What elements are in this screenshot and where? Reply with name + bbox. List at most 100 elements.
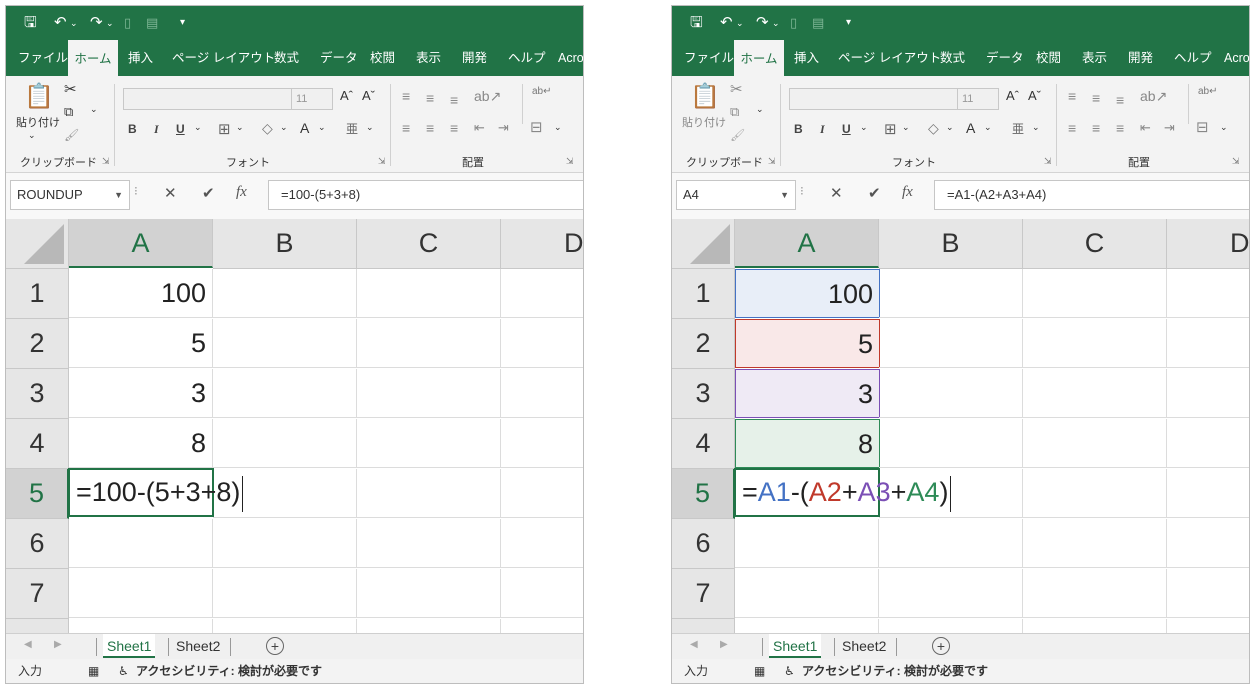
cell-a2[interactable]: 5 (735, 319, 880, 368)
cell-c7[interactable] (1023, 569, 1167, 618)
border-icon[interactable]: ⊞ (218, 120, 231, 138)
cell-a7[interactable] (735, 569, 879, 618)
cell-a1[interactable]: 100 (735, 269, 880, 318)
sheet-prev-icon[interactable]: ◀ (24, 639, 32, 650)
form-icon[interactable]: ▤ (812, 13, 824, 33)
cell-b2[interactable] (879, 319, 1023, 368)
align-center-icon[interactable]: ≡ (1092, 120, 1100, 136)
copy-icon[interactable]: ⧉ (730, 104, 739, 120)
row-header-2[interactable]: 2 (672, 319, 735, 369)
fill-dropdown-icon[interactable]: ⌄ (946, 122, 954, 133)
insert-function-icon[interactable]: fx (902, 184, 913, 201)
cell-c3[interactable] (1023, 369, 1167, 418)
orientation-icon[interactable]: ab↗ (474, 88, 501, 105)
accessibility-icon[interactable]: ♿ (784, 659, 795, 683)
orientation-icon[interactable]: ab↗ (1140, 88, 1167, 105)
cell-c1[interactable] (1023, 269, 1167, 318)
cut-icon[interactable]: ✂ (64, 80, 77, 98)
customize-icon[interactable]: ▾ (180, 13, 185, 33)
name-box-dropdown-icon[interactable]: ▼ (774, 181, 789, 209)
cancel-icon[interactable]: ✕ (164, 184, 177, 202)
cell-a7[interactable] (69, 569, 213, 618)
tab-page-layout[interactable]: ページ レイアウト (838, 40, 941, 76)
col-header-b[interactable]: B (213, 219, 357, 269)
underline-dropdown-icon[interactable]: ⌄ (194, 122, 202, 133)
paste-label[interactable]: 貼り付け (682, 114, 726, 130)
cell-b7[interactable] (879, 569, 1023, 618)
tab-acrobat[interactable]: Acro (1224, 40, 1249, 76)
col-header-d[interactable]: D (501, 219, 583, 269)
underline-dropdown-icon[interactable]: ⌄ (860, 122, 868, 133)
cell-d8[interactable] (1167, 619, 1249, 633)
border-dropdown-icon[interactable]: ⌄ (236, 122, 244, 133)
select-all-button[interactable] (672, 219, 735, 269)
cell-a3[interactable]: 3 (69, 369, 213, 418)
font-color-icon[interactable]: A (300, 120, 309, 136)
sheet-prev-icon[interactable]: ◀ (690, 639, 698, 650)
merge-dropdown-icon[interactable]: ⌄ (554, 122, 562, 133)
cell-d5[interactable] (501, 469, 583, 518)
underline-icon[interactable]: U (842, 122, 851, 136)
border-dropdown-icon[interactable]: ⌄ (902, 122, 910, 133)
row-header-4[interactable]: 4 (672, 419, 735, 469)
sheet-tab-sheet2[interactable]: Sheet2 (172, 634, 224, 658)
cell-c2[interactable] (357, 319, 501, 368)
undo-icon[interactable]: ↶ (720, 13, 733, 33)
italic-icon[interactable]: I (154, 122, 159, 137)
paste-icon[interactable]: 📋 (690, 82, 720, 111)
tab-home[interactable]: ホーム (734, 40, 784, 76)
cell-b2[interactable] (213, 319, 357, 368)
cell-c8[interactable] (1023, 619, 1167, 633)
customize-icon[interactable]: ▾ (846, 13, 851, 33)
tab-file[interactable]: ファイル (18, 40, 68, 76)
add-sheet-icon[interactable]: + (266, 637, 284, 655)
tab-developer[interactable]: 開発 (462, 40, 487, 76)
cell-b3[interactable] (879, 369, 1023, 418)
cell-b8[interactable] (213, 619, 357, 633)
copy-dropdown-icon[interactable]: ⌄ (756, 104, 764, 115)
cell-c8[interactable] (357, 619, 501, 633)
cell-a4[interactable]: 8 (69, 419, 213, 468)
cell-a5-editing[interactable]: =100-(5+3+8) (68, 468, 244, 517)
fill-color-icon[interactable]: ◇ (262, 120, 273, 137)
cell-a1[interactable]: 100 (69, 269, 213, 318)
align-bottom-icon[interactable]: ≡ (450, 92, 458, 108)
fill-dropdown-icon[interactable]: ⌄ (280, 122, 288, 133)
col-header-c[interactable]: C (1023, 219, 1167, 269)
font-color-dropdown-icon[interactable]: ⌄ (318, 122, 326, 133)
cell-c2[interactable] (1023, 319, 1167, 368)
redo-dropdown-icon[interactable]: ⌄ (772, 13, 780, 33)
cell-d4[interactable] (1167, 419, 1249, 468)
font-launcher-icon[interactable]: ⇲ (378, 156, 386, 167)
cell-c4[interactable] (357, 419, 501, 468)
name-box[interactable]: ROUNDUP ▼ (10, 180, 130, 210)
redo-icon[interactable]: ↷ (90, 13, 103, 33)
merge-center-icon[interactable]: ⊟ (530, 118, 543, 136)
row-header-6[interactable]: 6 (672, 519, 735, 569)
sheet-next-icon[interactable]: ▶ (54, 639, 62, 650)
col-header-c[interactable]: C (357, 219, 501, 269)
cell-a8[interactable] (69, 619, 213, 633)
sheet-next-icon[interactable]: ▶ (720, 639, 728, 650)
merge-center-icon[interactable]: ⊟ (1196, 118, 1209, 136)
cell-d1[interactable] (1167, 269, 1249, 318)
cell-c3[interactable] (357, 369, 501, 418)
undo-dropdown-icon[interactable]: ⌄ (736, 13, 744, 33)
row-header-5[interactable]: 5 (6, 469, 69, 519)
increase-indent-icon[interactable]: ⇥ (1164, 120, 1175, 136)
increase-font-icon[interactable]: Aˆ (1006, 88, 1019, 103)
redo-dropdown-icon[interactable]: ⌄ (106, 13, 114, 33)
undo-dropdown-icon[interactable]: ⌄ (70, 13, 78, 33)
row-header-6[interactable]: 6 (6, 519, 69, 569)
decrease-font-icon[interactable]: Aˇ (1028, 88, 1041, 103)
col-header-a[interactable]: A (735, 219, 879, 268)
row-header-8[interactable]: 8 (672, 619, 735, 633)
row-header-7[interactable]: 7 (6, 569, 69, 619)
drag-handle-icon[interactable]: ⁝ (800, 184, 804, 198)
cell-c4[interactable] (1023, 419, 1167, 468)
cell-d3[interactable] (1167, 369, 1249, 418)
wrap-text-icon[interactable]: ab↵ (1198, 86, 1218, 97)
cell-b1[interactable] (213, 269, 357, 318)
row-header-3[interactable]: 3 (672, 369, 735, 419)
cell-d5[interactable] (1167, 469, 1249, 518)
